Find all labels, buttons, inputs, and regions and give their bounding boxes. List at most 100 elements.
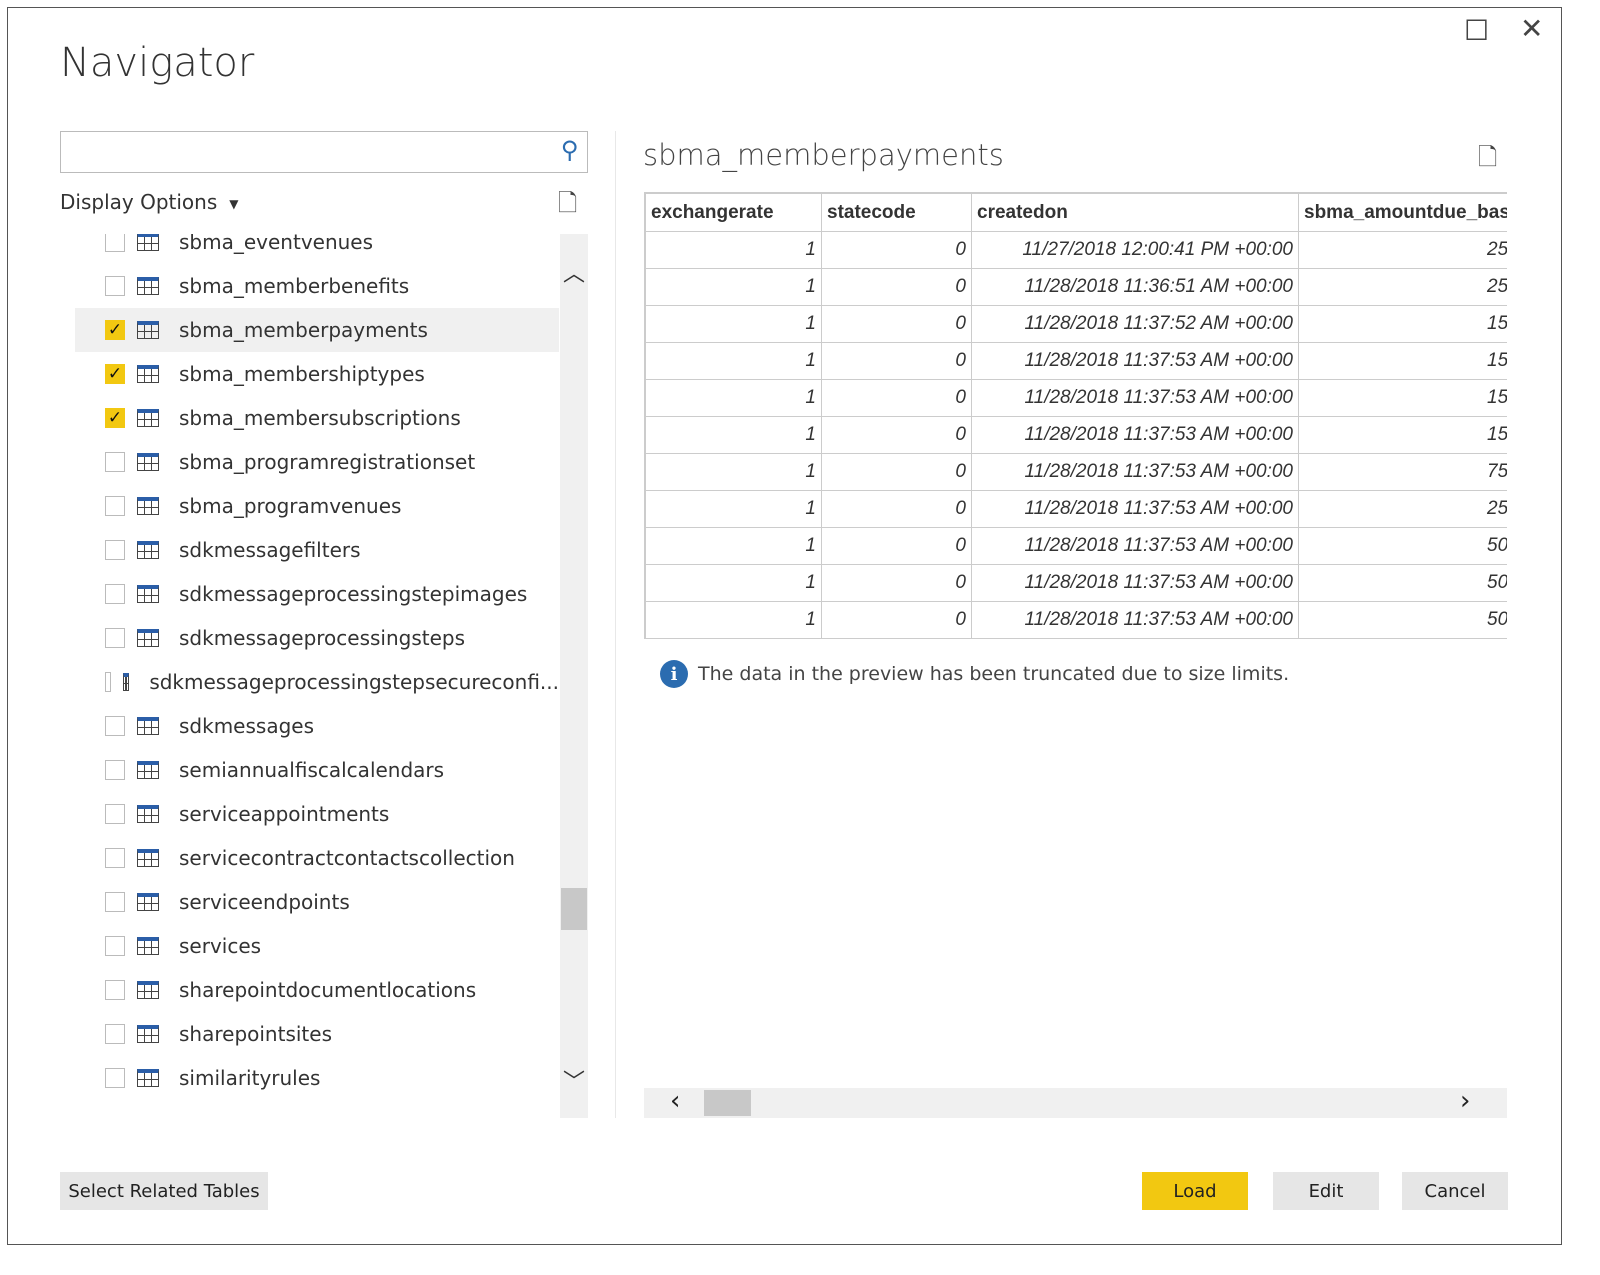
table-cell: 0 — [821, 416, 972, 454]
table-name: sbma_eventvenues — [179, 234, 374, 254]
list-scrollbar-thumb[interactable] — [561, 888, 587, 930]
table-icon — [137, 761, 159, 779]
checkbox[interactable] — [105, 760, 125, 780]
table-list-item[interactable]: serviceendpoints — [75, 880, 559, 924]
table-list-item[interactable]: sdkmessages — [75, 704, 559, 748]
scroll-up-icon[interactable]: ︿ — [563, 256, 585, 288]
table-list-item[interactable]: ✓ sbma_membershiptypes — [75, 352, 559, 396]
table-icon — [122, 673, 130, 691]
table-cell: 1 — [645, 453, 822, 491]
divider — [615, 131, 616, 1118]
table-name: sbma_membersubscriptions — [179, 406, 461, 430]
table-name: serviceendpoints — [179, 890, 350, 914]
column-header[interactable]: exchangerate — [645, 193, 822, 232]
table-list-item[interactable]: semiannualfiscalcalendars — [75, 748, 559, 792]
column-header[interactable]: createdon — [971, 193, 1299, 232]
table-cell: 50 — [1297, 564, 1507, 602]
load-button[interactable]: Load — [1142, 1172, 1248, 1210]
table-cell: 50 — [1297, 601, 1507, 639]
table-icon — [137, 805, 159, 823]
table-cell: 1 — [645, 527, 822, 565]
refresh-preview-icon[interactable]: 🗋 — [1478, 140, 1497, 181]
table-cell: 1 — [645, 342, 822, 380]
checkbox[interactable] — [105, 234, 125, 252]
checkbox[interactable]: ✓ — [105, 320, 125, 340]
caret-down-icon: ▼ — [229, 196, 239, 211]
table-list-item[interactable]: ✓ sbma_membersubscriptions — [75, 396, 559, 440]
table-list-item[interactable]: sdkmessageprocessingsteps — [75, 616, 559, 660]
select-related-tables-button[interactable]: Select Related Tables — [60, 1172, 268, 1210]
table-list-item[interactable]: sdkmessageprocessingstepsecureconfi... — [75, 660, 559, 704]
column-header[interactable]: sbma_amountdue_base — [1297, 193, 1507, 232]
table-cell: 15 — [1297, 305, 1507, 343]
table-cell: 11/28/2018 11:37:53 AM +00:00 — [971, 564, 1299, 602]
table-cell: 0 — [821, 305, 972, 343]
table-list-item[interactable]: sdkmessagefilters — [75, 528, 559, 572]
search-icon[interactable]: ⚲ — [561, 136, 579, 164]
checkbox[interactable] — [105, 848, 125, 868]
scroll-right-icon[interactable]: › — [1460, 1086, 1470, 1116]
table-cell: 11/28/2018 11:36:51 AM +00:00 — [971, 268, 1299, 306]
checkbox[interactable] — [105, 628, 125, 648]
hscrollbar-thumb[interactable] — [704, 1090, 751, 1116]
cancel-button[interactable]: Cancel — [1402, 1172, 1508, 1210]
table-cell: 11/28/2018 11:37:53 AM +00:00 — [971, 453, 1299, 491]
checkbox[interactable]: ✓ — [105, 408, 125, 428]
checkbox[interactable] — [105, 804, 125, 824]
table-cell: 0 — [821, 564, 972, 602]
table-name: services — [179, 934, 262, 958]
search-input[interactable] — [67, 132, 547, 170]
table-name: sdkmessageprocessingsteps — [179, 626, 466, 650]
maximize-icon[interactable]: ☐ — [1464, 14, 1489, 47]
table-cell: 50 — [1297, 527, 1507, 565]
checkbox[interactable] — [105, 452, 125, 472]
checkbox[interactable] — [105, 540, 125, 560]
column-header[interactable]: statecode — [821, 193, 972, 232]
table-list-item[interactable]: servicecontractcontactscollection — [75, 836, 559, 880]
checkbox[interactable] — [105, 1068, 125, 1088]
scroll-down-icon[interactable]: ﹀ — [563, 1064, 585, 1096]
preview-hscrollbar[interactable] — [644, 1088, 1507, 1118]
table-row: 1 0 11/28/2018 11:37:53 AM +00:00 75 — [645, 453, 1507, 491]
checkbox[interactable] — [105, 584, 125, 604]
table-list-item[interactable]: sbma_eventvenues — [75, 234, 559, 264]
table-cell: 15 — [1297, 379, 1507, 417]
table-row: 1 0 11/28/2018 11:37:53 AM +00:00 25 — [645, 490, 1507, 528]
table-list-item[interactable]: ✓ sbma_memberpayments — [75, 308, 559, 352]
table-list-item[interactable]: sharepointsites — [75, 1012, 559, 1056]
checkbox[interactable] — [105, 980, 125, 1000]
table-cell: 0 — [821, 268, 972, 306]
table-name: sharepointsites — [179, 1022, 332, 1046]
table-icon — [137, 497, 159, 515]
checkbox[interactable] — [105, 496, 125, 516]
checkbox[interactable] — [105, 672, 111, 692]
table-cell: 1 — [645, 416, 822, 454]
table-name: sbma_programregistrationset — [179, 450, 476, 474]
list-scrollbar[interactable] — [560, 234, 588, 1118]
checkbox[interactable]: ✓ — [105, 364, 125, 384]
table-list-item[interactable]: sbma_programvenues — [75, 484, 559, 528]
table-list-item[interactable]: sbma_programregistrationset — [75, 440, 559, 484]
table-list-item[interactable]: sdkmessageprocessingstepimages — [75, 572, 559, 616]
checkbox[interactable] — [105, 716, 125, 736]
table-list-item[interactable]: similarityrules — [75, 1056, 559, 1100]
edit-button[interactable]: Edit — [1273, 1172, 1379, 1210]
table-list-item[interactable]: serviceappointments — [75, 792, 559, 836]
table-row: 1 0 11/28/2018 11:37:53 AM +00:00 15 — [645, 416, 1507, 454]
table-name: sdkmessageprocessingstepsecureconfi... — [149, 670, 559, 694]
table-list-item[interactable]: sharepointdocumentlocations — [75, 968, 559, 1012]
refresh-icon[interactable]: 🗋 — [558, 186, 577, 227]
checkbox[interactable] — [105, 1024, 125, 1044]
checkbox[interactable] — [105, 892, 125, 912]
table-cell: 0 — [821, 527, 972, 565]
display-options-dropdown[interactable]: Display Options ▼ — [60, 190, 238, 214]
table-list-item[interactable]: sbma_memberbenefits — [75, 264, 559, 308]
table-cell: 11/28/2018 11:37:53 AM +00:00 — [971, 527, 1299, 565]
close-icon[interactable]: ✕ — [1520, 12, 1543, 45]
table-icon — [137, 409, 159, 427]
table-list-item[interactable]: services — [75, 924, 559, 968]
checkbox[interactable] — [105, 936, 125, 956]
table-cell: 0 — [821, 342, 972, 380]
checkbox[interactable] — [105, 276, 125, 296]
scroll-left-icon[interactable]: ‹ — [670, 1086, 680, 1116]
